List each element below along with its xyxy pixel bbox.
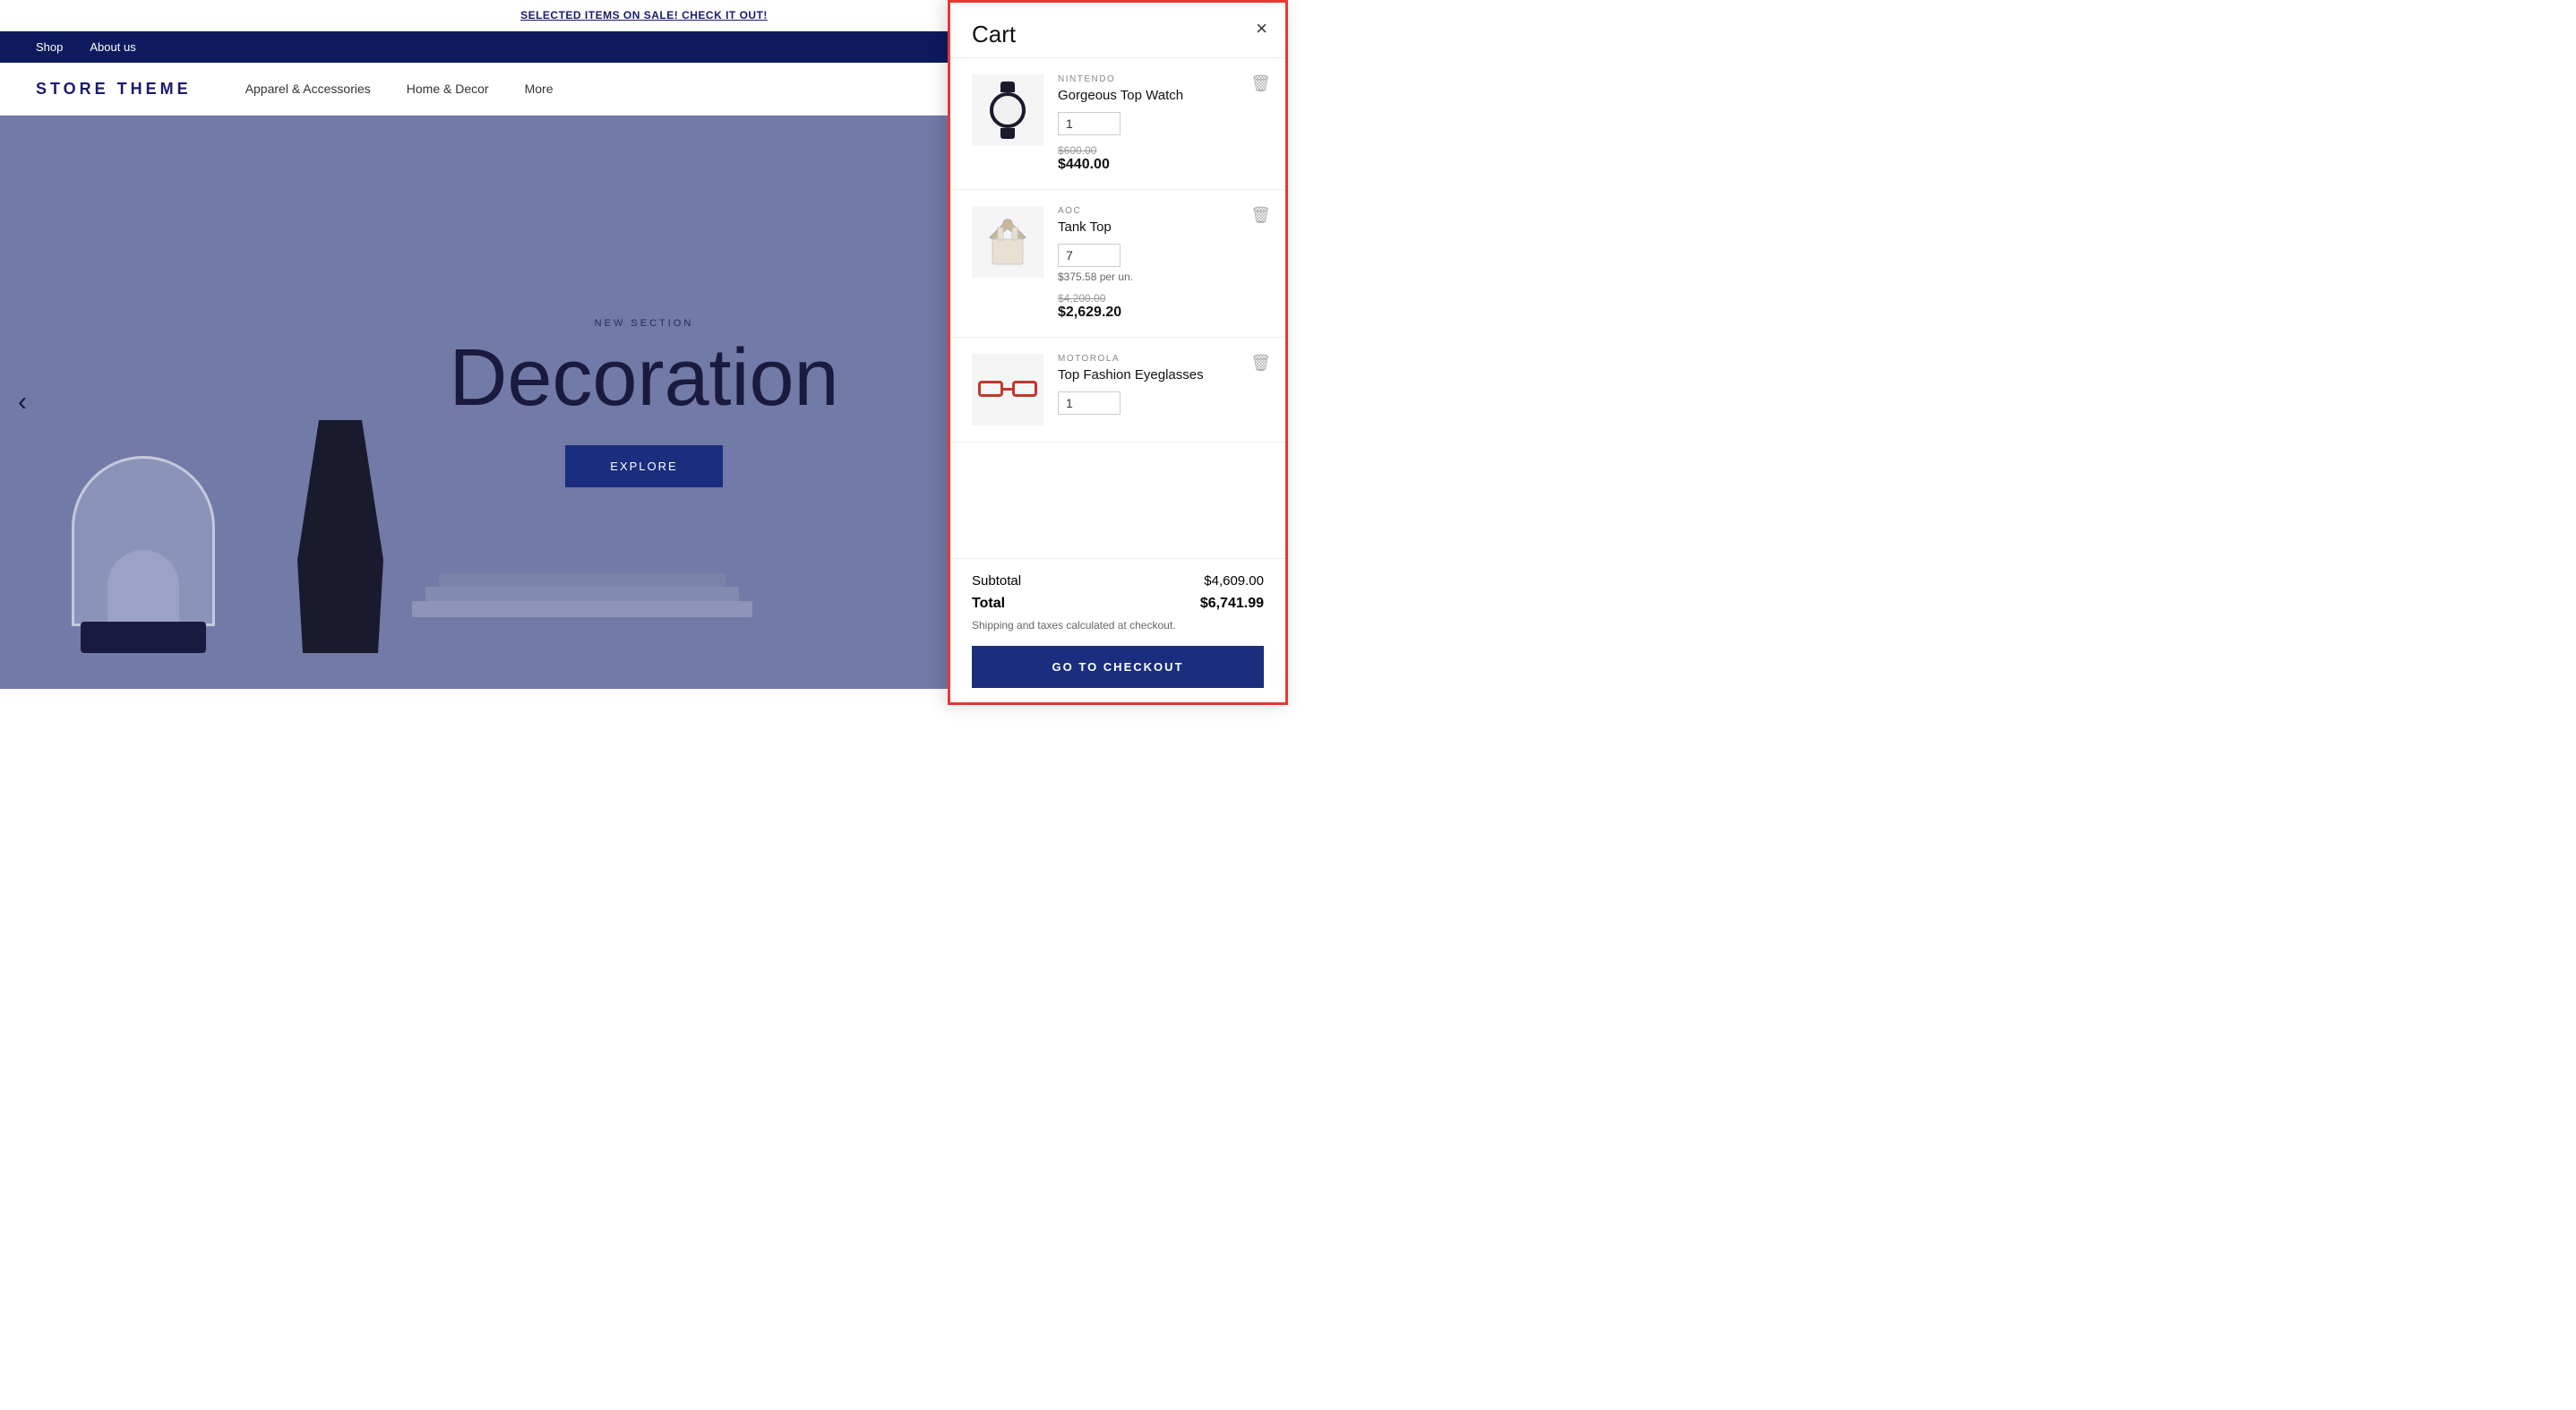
- quantity-select[interactable]: 1 2 3: [1058, 391, 1121, 415]
- cart-item-price: $2,629.20: [1058, 305, 1264, 321]
- hero-content: NEW SECTION Decoration EXPLORE: [449, 318, 838, 487]
- cart-shipping-note: Shipping and taxes calculated at checkou…: [972, 619, 1264, 632]
- logo: STORE THEME: [36, 80, 192, 99]
- cart-subtotal: Subtotal $4,609.00: [972, 573, 1264, 589]
- nav-about[interactable]: About us: [90, 40, 135, 54]
- subtotal-value: $4,609.00: [1204, 573, 1264, 589]
- cart-footer: Subtotal $4,609.00 Total $6,741.99 Shipp…: [950, 558, 1285, 702]
- dome-decoration: [72, 456, 215, 653]
- cart-items-list: NINTENDO Gorgeous Top Watch 1 2 3 4 5 $6…: [950, 58, 1285, 558]
- prev-slide-button[interactable]: ‹: [18, 387, 27, 417]
- cart-item-per-unit: $375.58 per un.: [1058, 271, 1264, 283]
- main-nav: Apparel & Accessories Home & Decor More: [245, 82, 1041, 96]
- cart-item-image: [972, 74, 1043, 146]
- cart-item: AOC Tank Top 1 2 3 4 5 6 7 $375.58 per u…: [950, 190, 1285, 338]
- explore-button[interactable]: EXPLORE: [565, 445, 722, 487]
- quantity-select[interactable]: 1 2 3 4 5 6 7: [1058, 244, 1121, 267]
- cart-item-name: Gorgeous Top Watch: [1058, 88, 1264, 103]
- cart-item-old-price: $600.00: [1058, 144, 1264, 157]
- cart-item-delete-button[interactable]: 🗑: [1250, 74, 1271, 93]
- cart-item-info: MOTOROLA Top Fashion Eyeglasses 1 2 3: [1058, 354, 1264, 415]
- cart-item: NINTENDO Gorgeous Top Watch 1 2 3 4 5 $6…: [950, 58, 1285, 190]
- cart-title: Cart: [972, 21, 1016, 48]
- cart-close-button[interactable]: ×: [1256, 17, 1267, 40]
- cart-item-brand: AOC: [1058, 206, 1264, 216]
- watch-image: [976, 79, 1039, 142]
- hand-sculpture: [287, 420, 394, 653]
- tanktop-image: [976, 211, 1039, 273]
- cart-item-brand: MOTOROLA: [1058, 354, 1264, 364]
- cart-header: Cart: [950, 3, 1285, 58]
- glasses-image: [976, 372, 1039, 408]
- hero-subtitle: NEW SECTION: [449, 318, 838, 329]
- cart-item-name: Tank Top: [1058, 219, 1264, 235]
- cart-item-price: $440.00: [1058, 157, 1264, 173]
- checkout-button[interactable]: GO TO CHECKOUT: [972, 646, 1264, 688]
- cart-item-delete-button[interactable]: 🗑: [1250, 354, 1271, 373]
- nav-shop[interactable]: Shop: [36, 40, 63, 54]
- cart-item-info: AOC Tank Top 1 2 3 4 5 6 7 $375.58 per u…: [1058, 206, 1264, 321]
- subtotal-label: Subtotal: [972, 573, 1021, 589]
- cart-item-old-price: $4,200.00: [1058, 292, 1264, 305]
- quantity-select[interactable]: 1 2 3 4 5: [1058, 112, 1121, 135]
- cart-item-qty: 1 2 3: [1058, 391, 1264, 415]
- nav-apparel[interactable]: Apparel & Accessories: [245, 82, 371, 96]
- nav-home-decor[interactable]: Home & Decor: [407, 82, 489, 96]
- cart-total: Total $6,741.99: [972, 596, 1264, 612]
- total-value: $6,741.99: [1200, 596, 1264, 612]
- cart-panel: × Cart NINTENDO Gorgeous Top Watch 1 2: [948, 0, 1288, 705]
- cart-item-qty: 1 2 3 4 5: [1058, 112, 1264, 135]
- cart-item-qty: 1 2 3 4 5 6 7: [1058, 244, 1264, 267]
- books-decoration: [412, 599, 770, 653]
- cart-item: MOTOROLA Top Fashion Eyeglasses 1 2 3 🗑: [950, 338, 1285, 443]
- cart-item-brand: NINTENDO: [1058, 74, 1264, 84]
- tanktop-svg: [985, 215, 1030, 269]
- hero-title: Decoration: [449, 338, 838, 418]
- total-label: Total: [972, 596, 1005, 612]
- cart-item-info: NINTENDO Gorgeous Top Watch 1 2 3 4 5 $6…: [1058, 74, 1264, 173]
- cart-item-image: [972, 354, 1043, 426]
- cart-item-delete-button[interactable]: 🗑: [1250, 206, 1271, 225]
- nav-more[interactable]: More: [525, 82, 554, 96]
- glasses-container: [972, 354, 1043, 426]
- announcement-link[interactable]: SELECTED ITEMS ON SALE! CHECK IT OUT!: [520, 9, 768, 21]
- cart-item-image: [972, 206, 1043, 278]
- cart-item-name: Top Fashion Eyeglasses: [1058, 367, 1264, 383]
